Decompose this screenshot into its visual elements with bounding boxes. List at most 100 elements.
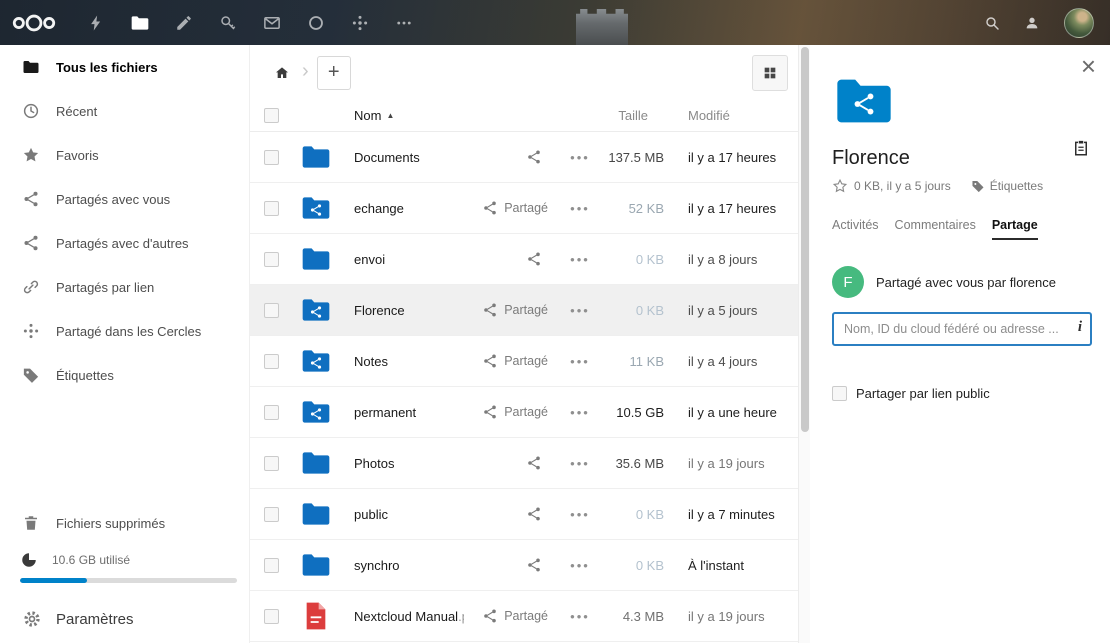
more-actions-button[interactable]: •••: [560, 558, 600, 573]
file-row-selected[interactable]: Florence Partagé ••• 0 KB il y a 5 jours: [250, 285, 798, 336]
file-row[interactable]: echange Partagé ••• 52 KB il y a 17 heur…: [250, 183, 798, 234]
new-file-button[interactable]: +: [317, 56, 351, 90]
column-header-name[interactable]: Nom▲: [340, 108, 464, 123]
more-actions-button[interactable]: •••: [560, 507, 600, 522]
share-action[interactable]: Partagé: [464, 302, 560, 318]
row-checkbox[interactable]: [264, 150, 279, 165]
notes-app-icon[interactable]: [162, 0, 206, 45]
grid-view-toggle[interactable]: [752, 55, 788, 91]
more-actions-button[interactable]: •••: [560, 303, 600, 318]
file-name[interactable]: echange: [340, 201, 464, 216]
sidebar-item-shared-with-you[interactable]: Partagés avec vous: [0, 177, 249, 221]
sidebar-item-favorites[interactable]: Favoris: [0, 133, 249, 177]
file-name[interactable]: envoi: [340, 252, 464, 267]
sidebar-item-shared-by-link[interactable]: Partagés par lien: [0, 265, 249, 309]
share-action[interactable]: [464, 455, 560, 471]
nextcloud-logo-icon[interactable]: [8, 10, 60, 36]
main-scrollbar[interactable]: [798, 45, 810, 643]
user-avatar[interactable]: [1064, 8, 1094, 38]
file-name[interactable]: Notes: [340, 354, 464, 369]
share-action[interactable]: [464, 557, 560, 573]
more-actions-button[interactable]: •••: [560, 150, 600, 165]
sidebar-item-deleted-files[interactable]: Fichiers supprimés: [0, 501, 249, 545]
file-row[interactable]: Nextcloud Manual.pdf Partagé ••• 4.3 MB …: [250, 591, 798, 642]
row-checkbox[interactable]: [264, 354, 279, 369]
close-icon[interactable]: ×: [1081, 53, 1096, 79]
sidebar-item-label: Récent: [56, 104, 97, 119]
row-checkbox[interactable]: [264, 405, 279, 420]
row-checkbox[interactable]: [264, 609, 279, 624]
mail-app-icon[interactable]: [250, 0, 294, 45]
more-actions-button[interactable]: •••: [560, 456, 600, 471]
share-action[interactable]: Partagé: [464, 608, 560, 624]
share-action[interactable]: [464, 251, 560, 267]
activity-app-icon[interactable]: [74, 0, 118, 45]
info-icon[interactable]: i: [1078, 319, 1082, 336]
favorite-star-icon[interactable]: [832, 178, 848, 194]
column-header-size[interactable]: Taille: [600, 108, 678, 123]
share-by-public-link-option[interactable]: Partager par lien public: [832, 386, 1092, 401]
shared-folder-icon: [300, 294, 332, 326]
file-row[interactable]: synchro ••• 0 KB À l'instant: [250, 540, 798, 591]
sidebar-item-tags[interactable]: Étiquettes: [0, 353, 249, 397]
share-action[interactable]: [464, 149, 560, 165]
sidebar-item-shared-with-others[interactable]: Partagés avec d'autres: [0, 221, 249, 265]
sidebar-item-shared-in-circles[interactable]: Partagé dans les Cercles: [0, 309, 249, 353]
search-app-icon[interactable]: [294, 0, 338, 45]
file-row[interactable]: envoi ••• 0 KB il y a 8 jours: [250, 234, 798, 285]
more-actions-button[interactable]: •••: [560, 405, 600, 420]
file-name[interactable]: Documents: [340, 150, 464, 165]
file-name[interactable]: public: [340, 507, 464, 522]
file-modified: il y a 8 jours: [678, 252, 798, 267]
more-actions-button[interactable]: •••: [560, 201, 600, 216]
more-actions-button[interactable]: •••: [560, 252, 600, 267]
file-name[interactable]: synchro: [340, 558, 464, 573]
file-row[interactable]: Photos ••• 35.6 MB il y a 19 jours: [250, 438, 798, 489]
share-action[interactable]: Partagé: [464, 404, 560, 420]
row-checkbox[interactable]: [264, 558, 279, 573]
tab-comments[interactable]: Commentaires: [895, 218, 976, 240]
sidebar-item-label: Partagés par lien: [56, 280, 154, 295]
tab-sharing[interactable]: Partage: [992, 218, 1038, 240]
more-actions-button[interactable]: •••: [560, 609, 600, 624]
sidebar-item-recent[interactable]: Récent: [0, 89, 249, 133]
file-name[interactable]: Florence: [340, 303, 464, 318]
row-checkbox[interactable]: [264, 456, 279, 471]
more-apps-icon[interactable]: [382, 0, 426, 45]
folder-icon: [300, 447, 332, 479]
files-sidebar: Tous les fichiers Récent Favoris Partagé…: [0, 45, 250, 643]
home-breadcrumb[interactable]: [268, 59, 296, 87]
share-action[interactable]: Partagé: [464, 200, 560, 216]
select-all-checkbox[interactable]: [264, 108, 279, 123]
share-action[interactable]: Partagé: [464, 353, 560, 369]
file-name[interactable]: permanent: [340, 405, 464, 420]
tags-button[interactable]: Étiquettes: [971, 179, 1043, 193]
contacts-icon[interactable]: [1024, 0, 1040, 45]
search-icon[interactable]: [984, 0, 1000, 45]
row-checkbox[interactable]: [264, 201, 279, 216]
file-row[interactable]: public ••• 0 KB il y a 7 minutes: [250, 489, 798, 540]
file-row[interactable]: Notes Partagé ••• 11 KB il y a 4 jours: [250, 336, 798, 387]
settings-button[interactable]: Paramètres: [0, 595, 249, 643]
file-size: 4.3 MB: [600, 609, 678, 624]
files-app-icon[interactable]: [118, 0, 162, 45]
file-name[interactable]: Nextcloud Manual.pdf: [340, 609, 464, 624]
file-name[interactable]: Photos: [340, 456, 464, 471]
public-link-checkbox[interactable]: [832, 386, 847, 401]
file-modified: il y a 17 heures: [678, 150, 798, 165]
scrollbar-thumb[interactable]: [801, 47, 809, 432]
circles-app-icon[interactable]: [338, 0, 382, 45]
row-checkbox[interactable]: [264, 507, 279, 522]
row-checkbox[interactable]: [264, 252, 279, 267]
passwords-app-icon[interactable]: [206, 0, 250, 45]
sidebar-item-all-files[interactable]: Tous les fichiers: [0, 45, 249, 89]
column-header-modified[interactable]: Modifié: [678, 108, 798, 123]
file-row[interactable]: Documents ••• 137.5 MB il y a 17 heures: [250, 132, 798, 183]
share-action[interactable]: [464, 506, 560, 522]
share-recipient-input[interactable]: [832, 312, 1092, 346]
tab-activities[interactable]: Activités: [832, 218, 879, 240]
more-actions-button[interactable]: •••: [560, 354, 600, 369]
file-row[interactable]: permanent Partagé ••• 10.5 GB il y a une…: [250, 387, 798, 438]
row-checkbox[interactable]: [264, 303, 279, 318]
copy-link-icon[interactable]: [1072, 139, 1090, 157]
